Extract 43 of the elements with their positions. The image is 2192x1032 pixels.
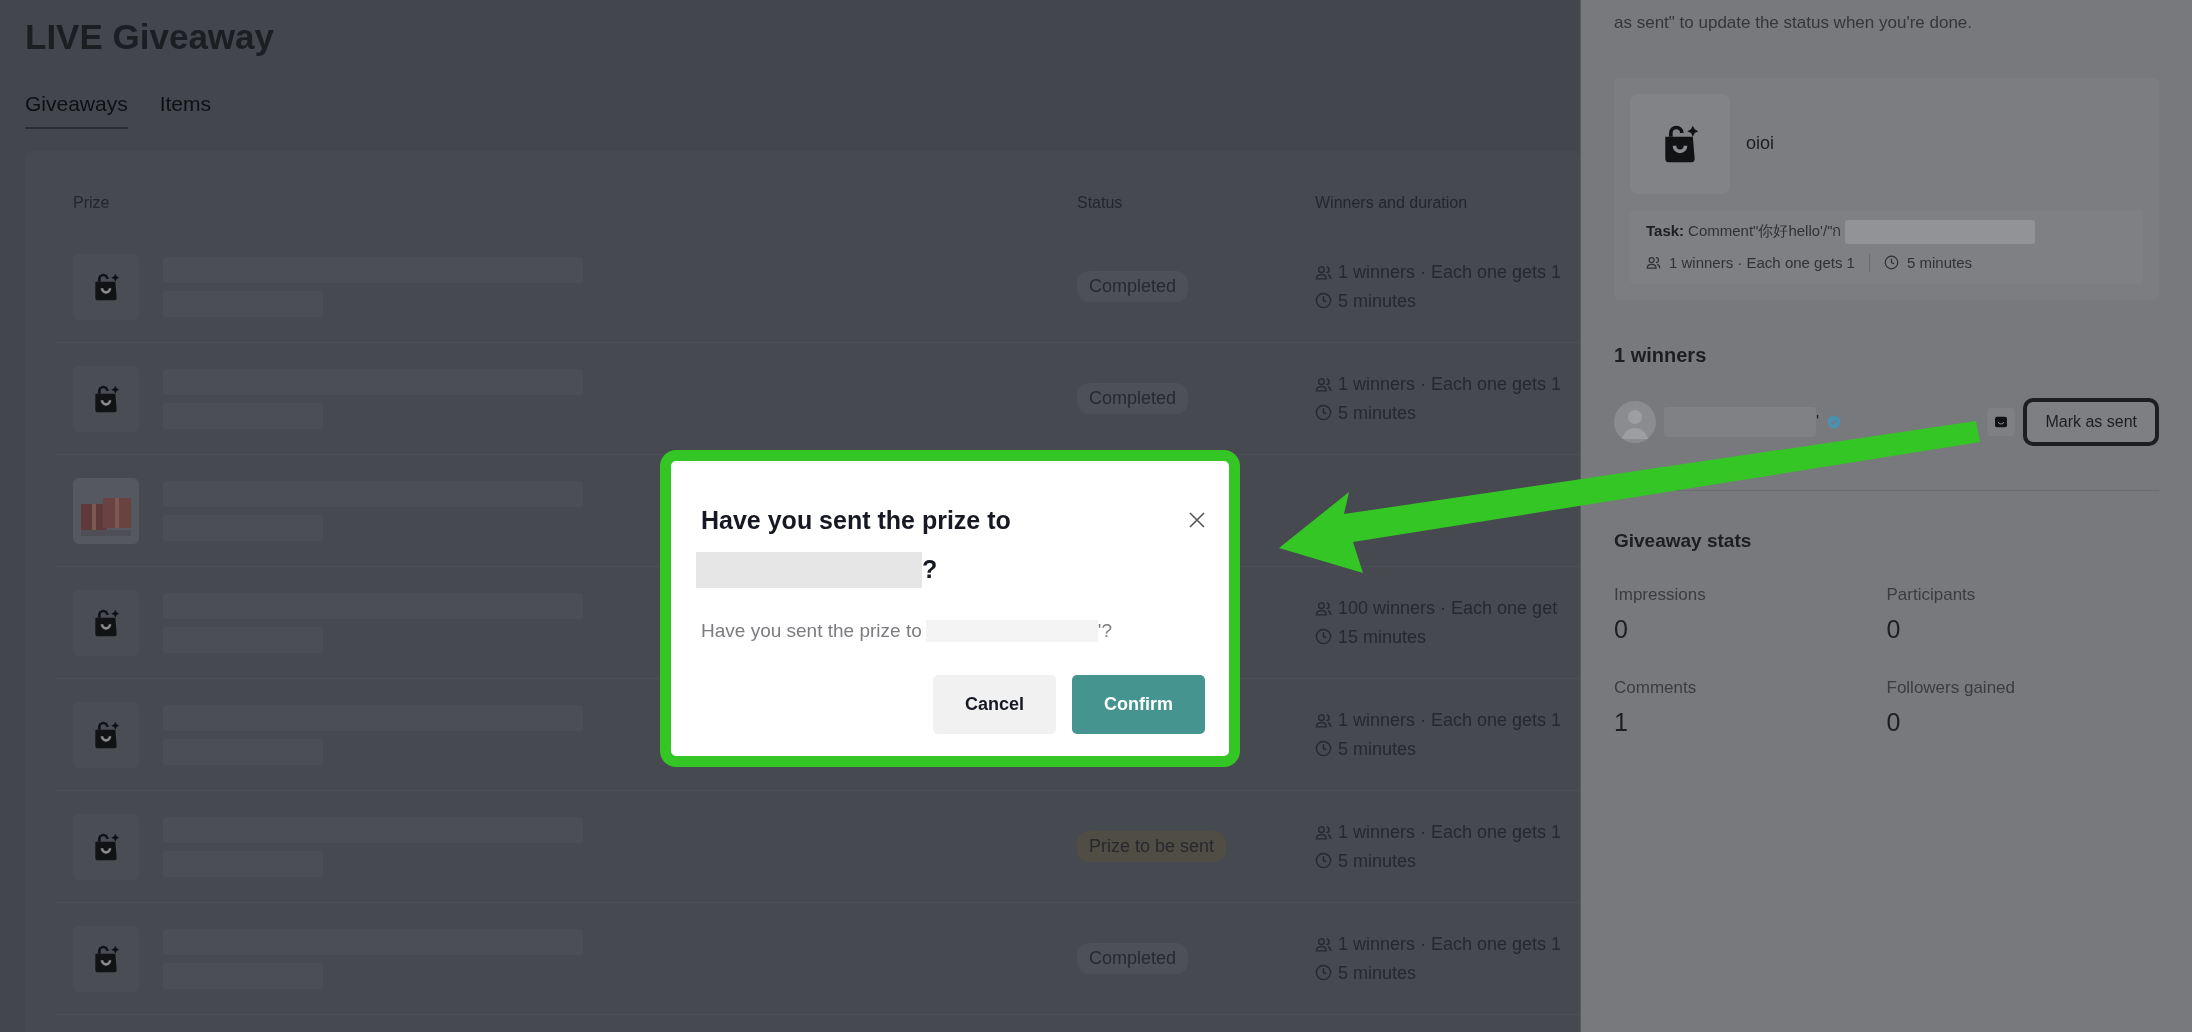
task-label: Task: <box>1646 221 1685 242</box>
clock-icon <box>1315 404 1332 422</box>
task-text: Comment"你好hello'/"ก <box>1688 221 1842 242</box>
people-icon <box>1315 263 1332 281</box>
confirm-button[interactable]: Confirm <box>1072 675 1205 734</box>
tab[interactable]: Items <box>159 87 212 129</box>
stat-label: Impressions <box>1614 583 1707 606</box>
avatar <box>1614 401 1656 443</box>
people-icon <box>1315 599 1332 617</box>
clock-icon <box>1315 740 1332 758</box>
clock-icon <box>1315 628 1332 646</box>
people-icon <box>1315 375 1332 393</box>
stat-value: 0 <box>1886 614 1902 645</box>
people-icon <box>1315 711 1332 729</box>
mark-as-sent-button[interactable]: Mark as sent <box>2023 398 2159 446</box>
clock-icon <box>1315 852 1332 870</box>
people-icon <box>1315 935 1332 953</box>
duration-text: 5 minutes <box>1906 252 1972 273</box>
tab[interactable]: Giveaways <box>25 87 128 129</box>
stat-value: 0 <box>1614 614 1629 645</box>
stat-value: 1 <box>1614 707 1629 738</box>
people-icon <box>1646 255 1661 271</box>
section-heading: 1 winners <box>1614 343 1708 368</box>
dialog-message: '? <box>1097 618 1112 643</box>
name-text: ' <box>1816 412 1820 432</box>
dialog-title: ? <box>922 554 938 585</box>
people-icon <box>1315 823 1332 841</box>
stat-label: Participants <box>1886 583 1977 606</box>
stat-label: Comments <box>1614 676 1698 699</box>
clock-icon <box>1315 292 1332 310</box>
winners-text: 1 winners · Each one gets 1 <box>1669 252 1855 273</box>
description-text: as sent" to update the status when you're done. <box>1614 12 1974 34</box>
cancel-button[interactable]: Cancel <box>932 675 1056 734</box>
dialog-title: Have you sent the prize to <box>701 505 1012 535</box>
clock-icon <box>1883 255 1899 271</box>
prize-name: oioi <box>1746 132 1775 155</box>
chat-icon <box>1993 414 2010 430</box>
message-button[interactable] <box>1987 408 2016 436</box>
dialog-message: Have you sent the prize to <box>701 618 922 643</box>
stat-value: 0 <box>1886 707 1902 738</box>
clock-icon <box>1315 964 1332 982</box>
section-heading: Giveaway stats <box>1614 529 1753 553</box>
stat-label: Followers gained <box>1886 676 2016 699</box>
